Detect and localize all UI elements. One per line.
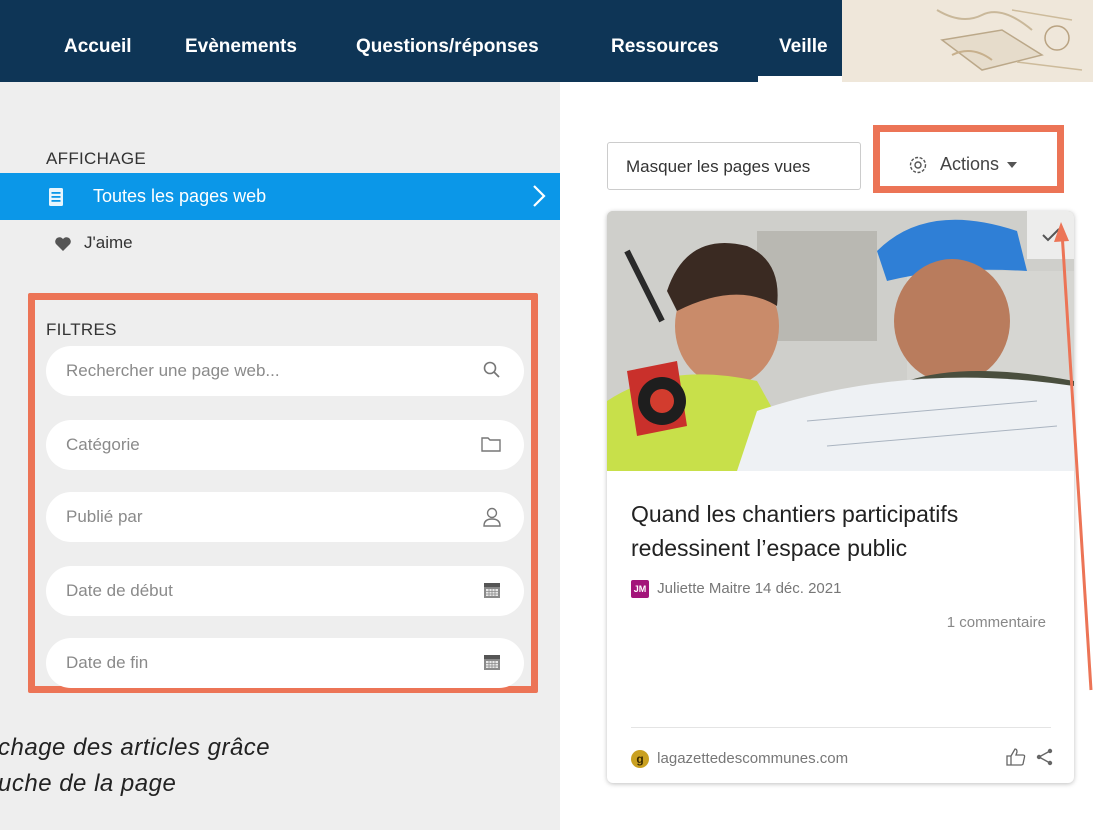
search-icon <box>483 361 500 378</box>
author-name[interactable]: Juliette Maitre <box>657 580 750 597</box>
actions-dropdown-button[interactable]: Actions <box>940 154 1018 175</box>
caption-line-1: chage des articles grâce <box>0 734 271 761</box>
caption-line-2: uche de la page <box>0 770 177 797</box>
chevron-right-icon <box>533 185 546 207</box>
heart-icon <box>55 237 71 251</box>
source-favicon: g <box>631 750 649 769</box>
nav-item-evenements[interactable]: Evènements <box>185 36 297 58</box>
calendar-icon <box>484 655 500 670</box>
nav-item-ressources[interactable]: Ressources <box>611 36 719 58</box>
category-placeholder: Catégorie <box>66 435 140 454</box>
published-by-placeholder: Publié par <box>66 507 143 526</box>
category-select[interactable]: Catégorie <box>46 420 524 470</box>
article-card[interactable]: Quand les chantiers participatifs redess… <box>607 211 1074 783</box>
calendar-icon <box>484 583 500 598</box>
start-date-input[interactable]: Date de début <box>46 566 524 616</box>
article-source[interactable]: g lagazettedescommunes.com <box>631 750 849 769</box>
nav-item-questions-reponses[interactable]: Questions/réponses <box>356 36 539 58</box>
hide-seen-pages-button[interactable]: Masquer les pages vues <box>607 142 861 190</box>
checkmark-icon <box>1042 228 1060 242</box>
comments-count-link[interactable]: 1 commentaire <box>947 614 1046 631</box>
article-meta: JM Juliette Maitre 14 déc. 2021 <box>631 580 842 599</box>
actions-label: Actions <box>940 154 1000 174</box>
published-by-input[interactable]: Publié par <box>46 492 524 542</box>
mark-read-toggle[interactable] <box>1027 211 1074 259</box>
search-web-page-input[interactable]: Rechercher une page web... <box>46 346 524 396</box>
decorative-sketch-image <box>842 0 1093 82</box>
folder-icon <box>481 437 501 452</box>
end-date-placeholder: Date de fin <box>66 653 149 672</box>
nav-item-veille[interactable]: Veille <box>779 36 828 58</box>
document-list-icon <box>49 188 63 206</box>
caret-down-icon <box>1007 162 1018 169</box>
user-icon <box>483 507 501 527</box>
start-date-placeholder: Date de début <box>66 581 173 600</box>
source-domain: lagazettedescommunes.com <box>657 750 849 767</box>
menu-item-all-web-pages[interactable]: Toutes les pages web <box>0 173 560 220</box>
filters-section-title: FILTRES <box>46 320 117 339</box>
thumbs-up-icon[interactable] <box>1005 747 1027 767</box>
card-divider <box>631 727 1051 728</box>
author-avatar: JM <box>631 580 649 599</box>
article-image <box>607 211 1074 471</box>
menu-item-label: Toutes les pages web <box>93 186 267 206</box>
nav-item-accueil[interactable]: Accueil <box>64 36 132 58</box>
search-placeholder: Rechercher une page web... <box>66 361 280 380</box>
publish-date: 14 déc. 2021 <box>754 580 842 597</box>
gear-icon <box>909 156 927 174</box>
top-navigation: Accueil Evènements Questions/réponses Re… <box>0 0 856 82</box>
display-section-title: AFFICHAGE <box>46 149 146 168</box>
share-icon[interactable] <box>1035 747 1055 767</box>
article-title[interactable]: Quand les chantiers participatifs redess… <box>631 497 1061 565</box>
hide-seen-pages-label: Masquer les pages vues <box>626 157 811 176</box>
end-date-input[interactable]: Date de fin <box>46 638 524 688</box>
menu-item-label: J'aime <box>84 233 133 252</box>
